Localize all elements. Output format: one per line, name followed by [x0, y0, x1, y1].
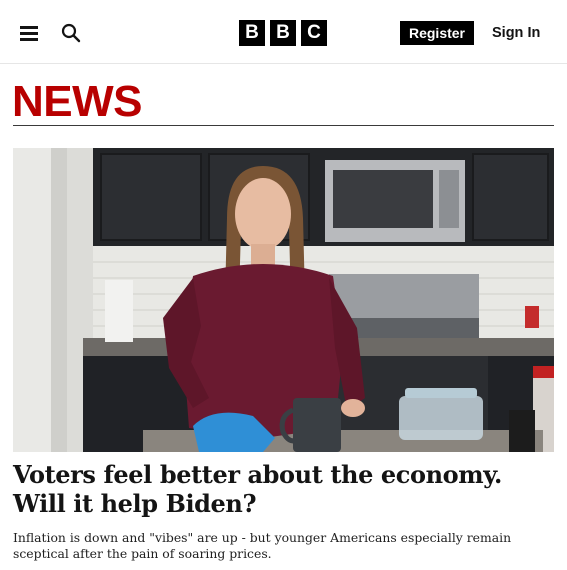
bbc-logo[interactable]: B B C [239, 20, 327, 46]
article-hero-image[interactable] [13, 148, 554, 452]
bbc-logo-letter: C [301, 20, 327, 46]
sign-in-link[interactable]: Sign In [492, 21, 540, 45]
search-icon[interactable] [58, 20, 84, 46]
news-section-title[interactable]: NEWS [12, 80, 143, 124]
hamburger-menu-icon[interactable] [14, 19, 42, 47]
bbc-logo-letter: B [270, 20, 296, 46]
article-headline[interactable]: Voters feel better about the economy. Wi… [13, 460, 554, 518]
top-navigation-bar: B B C Register Sign In [0, 0, 567, 64]
register-button[interactable]: Register [400, 21, 474, 45]
bbc-logo-letter: B [239, 20, 265, 46]
article-summary: Inflation is down and "vibes" are up - b… [13, 530, 512, 561]
section-divider [13, 125, 554, 126]
